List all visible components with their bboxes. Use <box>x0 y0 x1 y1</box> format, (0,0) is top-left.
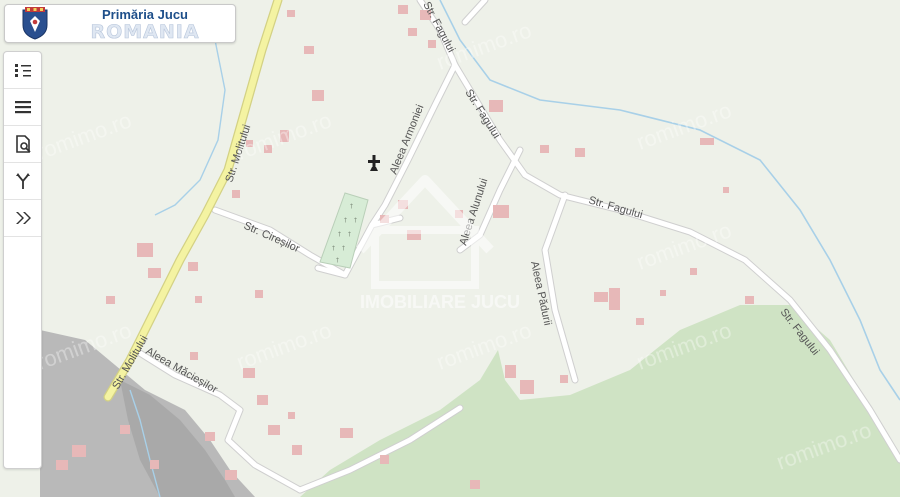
document-search-button[interactable] <box>4 126 41 163</box>
header-card: Primăria Jucu ROMANIA <box>4 4 236 43</box>
header-title: Primăria Jucu <box>102 7 188 22</box>
map-toolbar <box>3 51 42 469</box>
svg-text:†: † <box>344 217 347 224</box>
map-canvas[interactable]: †† † † †† †† Str. Molitului Str. Molitul… <box>0 0 900 497</box>
header-subtitle: ROMANIA <box>90 21 200 44</box>
expand-panel-button[interactable] <box>4 200 41 237</box>
legend-list-button[interactable] <box>4 52 41 89</box>
svg-text:†: † <box>354 217 357 224</box>
double-chevron-right-icon <box>15 212 31 224</box>
document-search-icon <box>15 135 31 153</box>
layers-menu-button[interactable] <box>4 89 41 126</box>
watermark-brand: IMOBILIARE JUCU <box>360 292 520 312</box>
svg-text:†: † <box>342 245 345 252</box>
svg-text:†: † <box>348 231 351 238</box>
svg-text:†: † <box>336 257 339 264</box>
hamburger-menu-icon <box>14 101 31 114</box>
route-button[interactable] <box>4 163 41 200</box>
svg-text:†: † <box>332 245 335 252</box>
list-legend-icon <box>14 64 31 77</box>
route-fork-icon <box>15 173 30 189</box>
coat-of-arms-icon <box>22 7 48 40</box>
svg-text:†: † <box>350 203 353 210</box>
svg-text:†: † <box>338 231 341 238</box>
